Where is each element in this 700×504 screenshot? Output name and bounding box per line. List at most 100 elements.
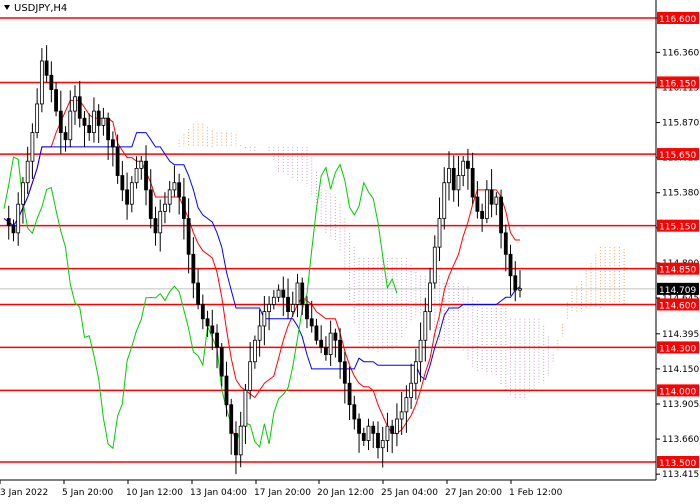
candle-body <box>257 325 262 341</box>
candle-body <box>82 117 87 126</box>
candle-body <box>110 139 115 148</box>
time-axis: 3 Jan 2022 5 Jan 20:00 10 Jan 12:00 13 Jan … <box>0 480 563 498</box>
candle-body <box>404 397 409 413</box>
candle-body <box>77 96 82 119</box>
price-tick-label: 114.150 <box>662 365 699 375</box>
candle-body <box>347 382 352 406</box>
candle-body <box>300 282 305 305</box>
candle-body <box>489 189 494 205</box>
candle-body <box>172 182 177 191</box>
candle-body <box>134 167 139 184</box>
candle-body <box>205 318 210 327</box>
candle-body <box>390 425 395 434</box>
candle-body <box>437 218 442 248</box>
candle-body <box>324 347 328 355</box>
candle-body <box>513 275 518 291</box>
candlesticks <box>6 45 522 475</box>
candle-body <box>309 318 314 327</box>
candle-body <box>186 218 191 255</box>
time-label: 25 Jan 04:00 <box>381 488 438 498</box>
level-label: 114.600 <box>659 301 696 311</box>
candle-body <box>73 96 77 112</box>
candle-body <box>319 339 324 348</box>
chart-canvas[interactable]: 116.600116.360116.115115.870115.625115.3… <box>0 0 700 500</box>
candle-body <box>508 253 513 277</box>
level-label: 115.650 <box>659 151 696 161</box>
candle-body <box>167 189 172 205</box>
price-tick-label: 116.360 <box>662 48 699 58</box>
level-label: 114.300 <box>659 344 696 354</box>
level-label: 115.150 <box>659 223 696 233</box>
kijun-line <box>3 132 521 381</box>
candle-body <box>456 175 461 191</box>
candle-body <box>357 418 361 434</box>
candle-body <box>63 132 68 141</box>
chart-window[interactable]: 116.600116.360116.115115.870115.625115.3… <box>0 0 700 500</box>
candle-body <box>494 196 499 205</box>
time-label: 13 Jan 04:00 <box>190 488 247 498</box>
candle-body <box>30 132 35 162</box>
candle-body <box>39 60 44 105</box>
candle-body <box>518 288 522 291</box>
candle-body <box>238 425 243 456</box>
candle-body <box>361 432 366 441</box>
candle-body <box>262 311 267 327</box>
candle-body <box>21 182 25 205</box>
candle-body <box>461 160 466 176</box>
time-label: 20 Jan 12:00 <box>317 488 374 498</box>
price-tick-label: 115.870 <box>662 119 699 129</box>
candle-body <box>376 432 380 449</box>
candle-body <box>144 160 148 191</box>
candle-body <box>333 332 338 341</box>
candle-body <box>466 160 470 169</box>
candle-body <box>224 375 229 406</box>
candle-body <box>399 411 404 420</box>
candle-body <box>148 189 153 219</box>
candle-body <box>243 389 248 427</box>
candle-body <box>352 404 357 420</box>
candle-body <box>281 289 286 298</box>
candle-body <box>286 296 290 313</box>
price-tick-label: 115.380 <box>662 189 699 199</box>
candle-body <box>276 289 281 298</box>
candle-body <box>16 203 21 234</box>
symbol-title: USDJPY,H4 <box>14 3 67 14</box>
candle-body <box>428 282 432 313</box>
candle-body <box>385 425 390 441</box>
candle-body <box>229 404 234 434</box>
time-label: 5 Jan 20:00 <box>62 488 114 498</box>
candle-body <box>163 203 167 212</box>
candle-body <box>248 361 253 391</box>
time-label: 3 Jan 2022 <box>0 488 48 498</box>
candle-body <box>11 225 16 234</box>
candle-body <box>447 167 451 184</box>
time-label: 10 Jan 12:00 <box>126 488 183 498</box>
candle-body <box>44 60 49 76</box>
candle-body <box>92 110 96 133</box>
candle-body <box>380 440 385 449</box>
level-label: 113.500 <box>659 459 696 469</box>
candle-body <box>503 232 508 255</box>
candle-body <box>115 146 120 176</box>
price-levels <box>0 17 656 463</box>
candle-body <box>215 332 219 348</box>
triangle-down-icon[interactable] <box>4 5 10 10</box>
candle-body <box>153 218 158 234</box>
candle-body <box>177 182 182 198</box>
price-tick-label: 113.905 <box>662 400 699 410</box>
chart-title[interactable]: USDJPY,H4 <box>4 3 67 14</box>
candle-body <box>158 210 163 234</box>
candle-body <box>87 125 92 133</box>
candle-body <box>181 196 186 219</box>
candle-body <box>252 339 257 363</box>
price-tick-label: 113.660 <box>662 435 699 445</box>
candle-body <box>267 304 272 313</box>
candle-body <box>25 160 30 184</box>
candle-body <box>295 282 300 305</box>
candle-body <box>58 110 63 133</box>
candle-body <box>442 182 447 219</box>
candle-body <box>395 418 399 434</box>
candle-body <box>475 196 480 212</box>
indicator-lines <box>3 99 521 450</box>
price-tick-label: 113.415 <box>662 470 699 480</box>
